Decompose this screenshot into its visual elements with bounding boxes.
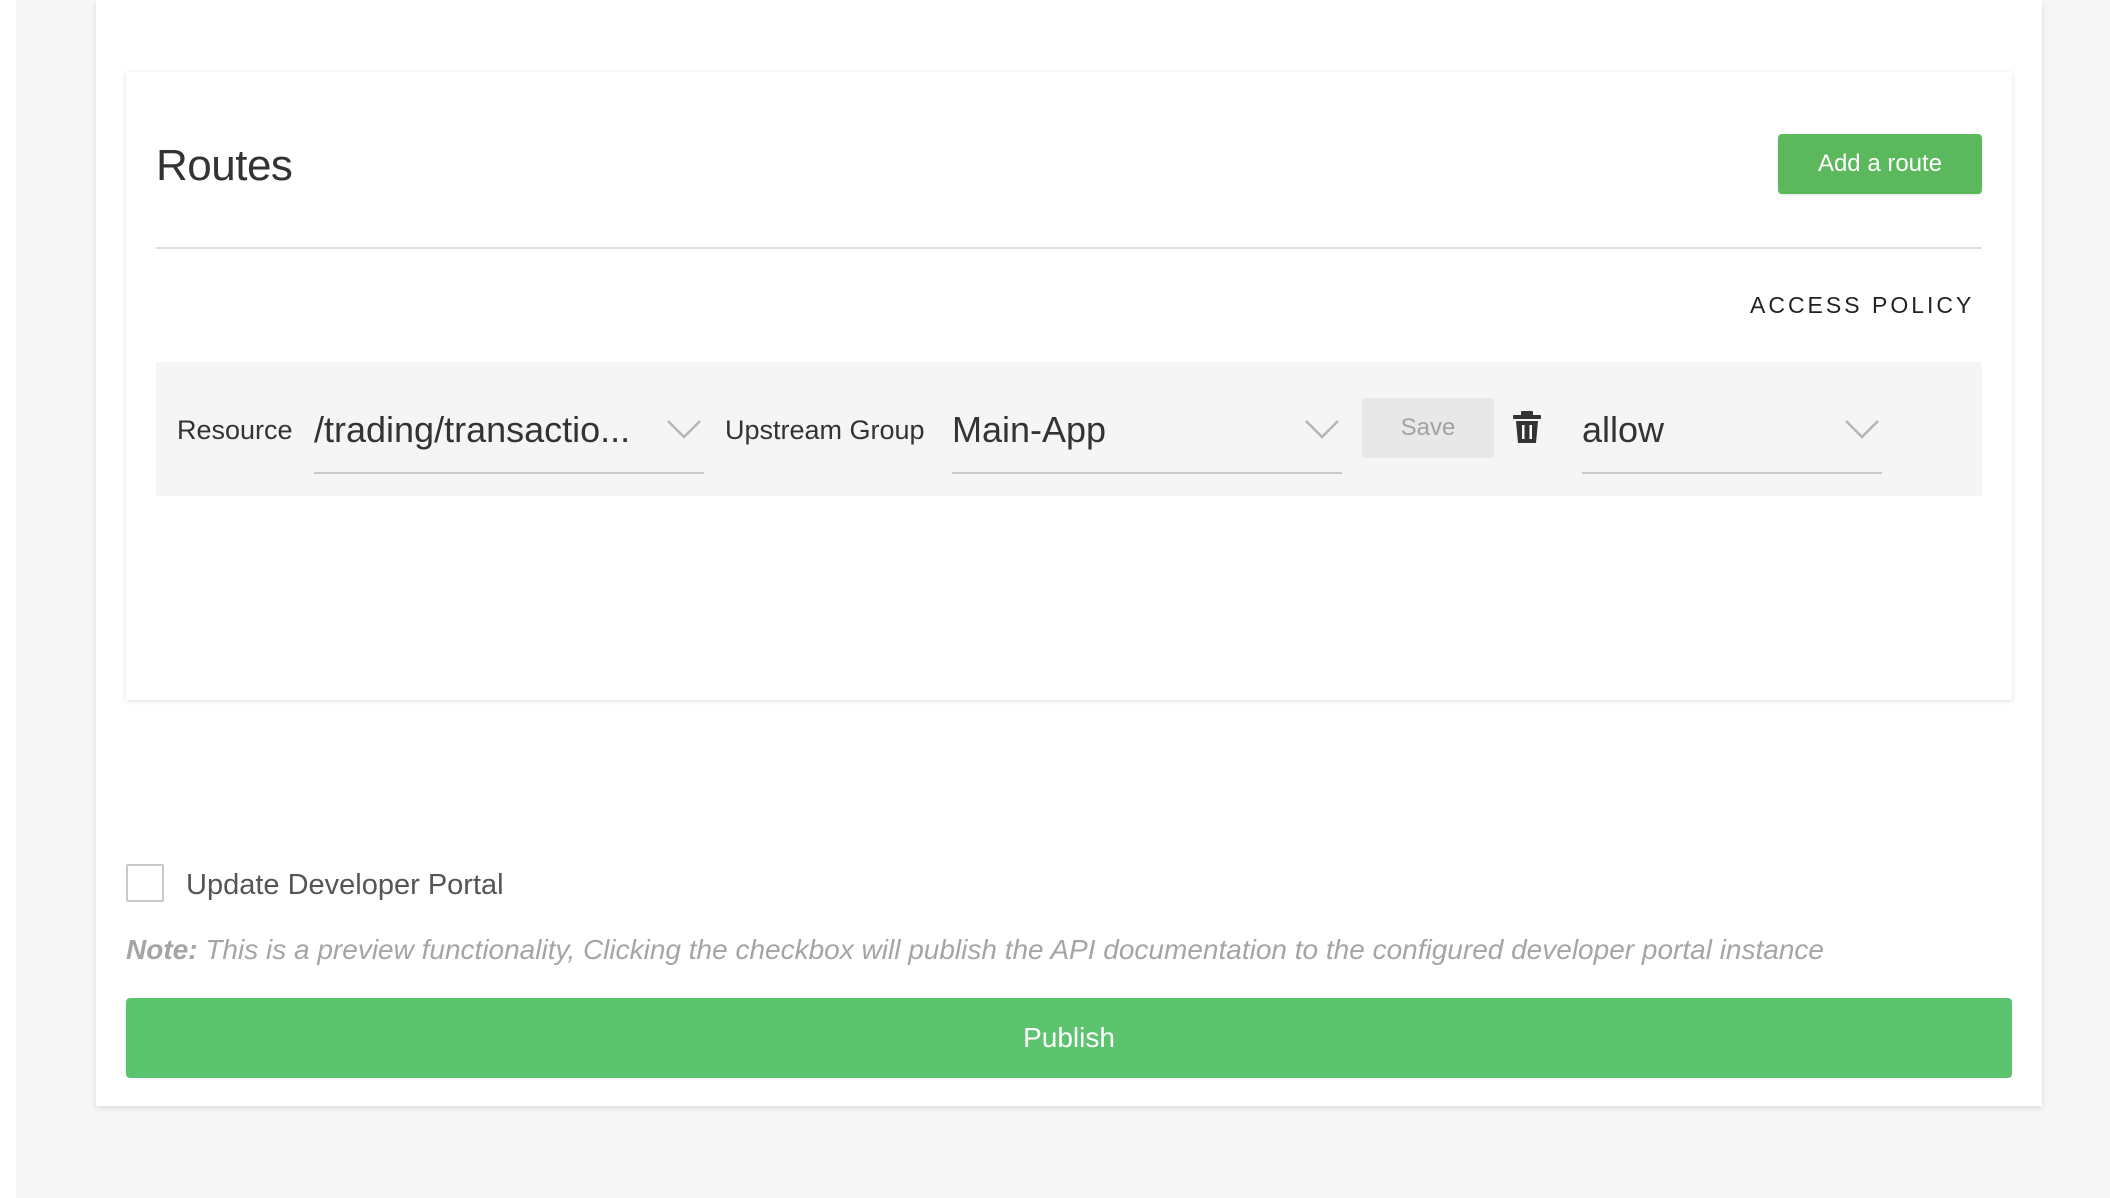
chevron-down-icon <box>667 420 701 439</box>
add-route-button[interactable]: Add a route <box>1778 134 1982 194</box>
chevron-down-icon <box>1305 420 1339 439</box>
save-route-button[interactable]: Save <box>1362 398 1494 458</box>
note-text: This is a preview functionality, Clickin… <box>197 934 1824 965</box>
note-prefix: Note: <box>126 934 198 965</box>
preview-note: Note: This is a preview functionality, C… <box>126 933 1824 967</box>
trash-icon[interactable] <box>1512 410 1542 444</box>
access-policy-select[interactable]: allow <box>1582 396 1882 474</box>
update-developer-portal-checkbox[interactable] <box>126 864 164 902</box>
publish-button[interactable]: Publish <box>126 998 2012 1078</box>
update-developer-portal-label: Update Developer Portal <box>186 869 504 901</box>
resource-value: /trading/transactio... <box>314 409 631 450</box>
upstream-group-select[interactable]: Main-App <box>952 396 1342 474</box>
upstream-group-label: Upstream Group <box>725 415 925 445</box>
upstream-group-value: Main-App <box>952 409 1107 450</box>
resource-select[interactable]: /trading/transactio... <box>314 396 704 474</box>
access-policy-heading: ACCESS POLICY <box>1750 292 1975 318</box>
access-policy-value: allow <box>1582 409 1665 450</box>
title-divider <box>156 247 1982 249</box>
chevron-down-icon <box>1845 420 1879 439</box>
resource-label: Resource <box>177 415 293 445</box>
routes-title: Routes <box>156 141 293 190</box>
